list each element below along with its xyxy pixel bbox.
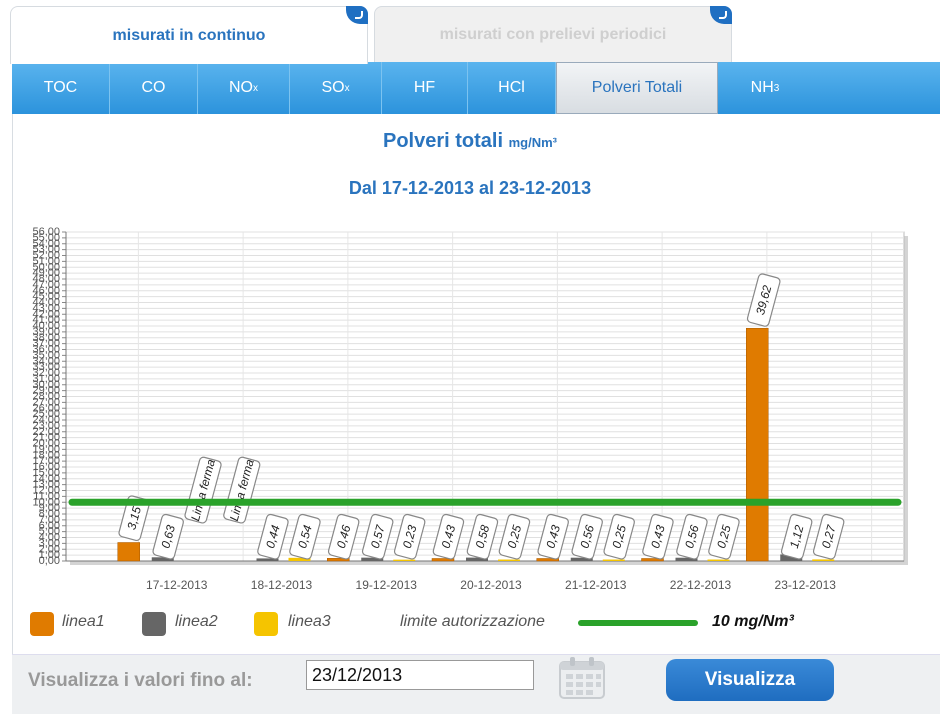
tab-label: misurati in continuo bbox=[112, 26, 266, 44]
legend-swatch-linea2 bbox=[142, 612, 166, 636]
x-tick-label: 21-12-2013 bbox=[565, 578, 627, 592]
tab-misurati-in-continuo[interactable]: misurati in continuo bbox=[10, 6, 368, 64]
legend-label-linea3: linea3 bbox=[288, 613, 331, 630]
y-tick-label: 56,00 bbox=[32, 226, 60, 238]
bar bbox=[746, 327, 769, 562]
bar-chart: 0,001,002,003,004,005,006,007,008,009,00… bbox=[32, 226, 908, 592]
x-tick-label: 23-12-2013 bbox=[775, 578, 837, 592]
corner-arrow-icon bbox=[346, 6, 368, 24]
chart-title: Polveri totali mg/Nm³ bbox=[0, 130, 940, 153]
legend-swatch-linea1 bbox=[30, 612, 54, 636]
tab-label: NH bbox=[750, 79, 774, 96]
tab-polveri-totali[interactable]: Polveri Totali bbox=[556, 62, 718, 114]
x-tick-label: 19-12-2013 bbox=[356, 578, 418, 592]
tab-label: HF bbox=[413, 79, 436, 96]
x-tick-label: 17-12-2013 bbox=[146, 578, 208, 592]
bar bbox=[393, 559, 416, 561]
bar bbox=[602, 559, 625, 561]
x-tick-label: 20-12-2013 bbox=[460, 578, 522, 592]
bar bbox=[707, 559, 730, 561]
tab-co[interactable]: CO bbox=[110, 62, 198, 114]
x-tick-label: 18-12-2013 bbox=[251, 578, 313, 592]
tab-hcl[interactable]: HCl bbox=[468, 62, 556, 114]
tab-misurati-con-prelievi-periodici[interactable]: misurati con prelievi periodici bbox=[374, 6, 732, 64]
visualizza-button[interactable]: Visualizza bbox=[666, 659, 834, 701]
tab-subscript: 3 bbox=[773, 82, 780, 94]
tab-label: HCl bbox=[498, 79, 525, 96]
legend-label-linea2: linea2 bbox=[175, 613, 218, 630]
date-input[interactable] bbox=[306, 660, 534, 690]
x-tick-label: 22-12-2013 bbox=[670, 578, 732, 592]
legend-limit-label: limite autorizzazione bbox=[400, 613, 545, 630]
corner-arrow-icon bbox=[710, 6, 732, 24]
tab-nox[interactable]: NO x bbox=[198, 62, 290, 114]
chart-subtitle: Dal 17-12-2013 al 23-12-2013 bbox=[348, 178, 592, 198]
bar bbox=[812, 559, 835, 561]
tab-nh3[interactable]: NH 3 bbox=[718, 62, 812, 114]
tab-subscript: x bbox=[253, 82, 258, 94]
tab-label: SO bbox=[321, 79, 345, 96]
bar bbox=[117, 542, 140, 562]
calendar-icon[interactable] bbox=[558, 656, 606, 700]
tab-label: Polveri Totali bbox=[591, 79, 683, 96]
pollutant-tabs: TOC CO NO x SO x HF HCl Polveri Totali NH 3 bbox=[12, 62, 940, 114]
legend-limit-line bbox=[578, 620, 698, 626]
tab-label: TOC bbox=[43, 79, 78, 96]
tab-toc[interactable]: TOC bbox=[12, 62, 110, 114]
tab-subscript: x bbox=[344, 82, 350, 94]
tab-label: NO bbox=[229, 79, 253, 96]
date-label: Visualizza i valori fino al: bbox=[28, 670, 253, 691]
legend-label-linea1: linea1 bbox=[62, 613, 105, 630]
tab-hf[interactable]: HF bbox=[382, 62, 468, 114]
legend-limit-value: 10 mg/Nm³ bbox=[712, 613, 794, 630]
chart-title-text: Polveri totali bbox=[383, 130, 504, 152]
legend-swatch-linea3 bbox=[254, 612, 278, 636]
tab-label: CO bbox=[141, 79, 166, 96]
tab-label: misurati con prelievi periodici bbox=[439, 26, 667, 43]
bar bbox=[498, 559, 520, 561]
chart-unit: mg/Nm³ bbox=[508, 135, 557, 150]
tab-sox[interactable]: SO x bbox=[290, 62, 382, 114]
